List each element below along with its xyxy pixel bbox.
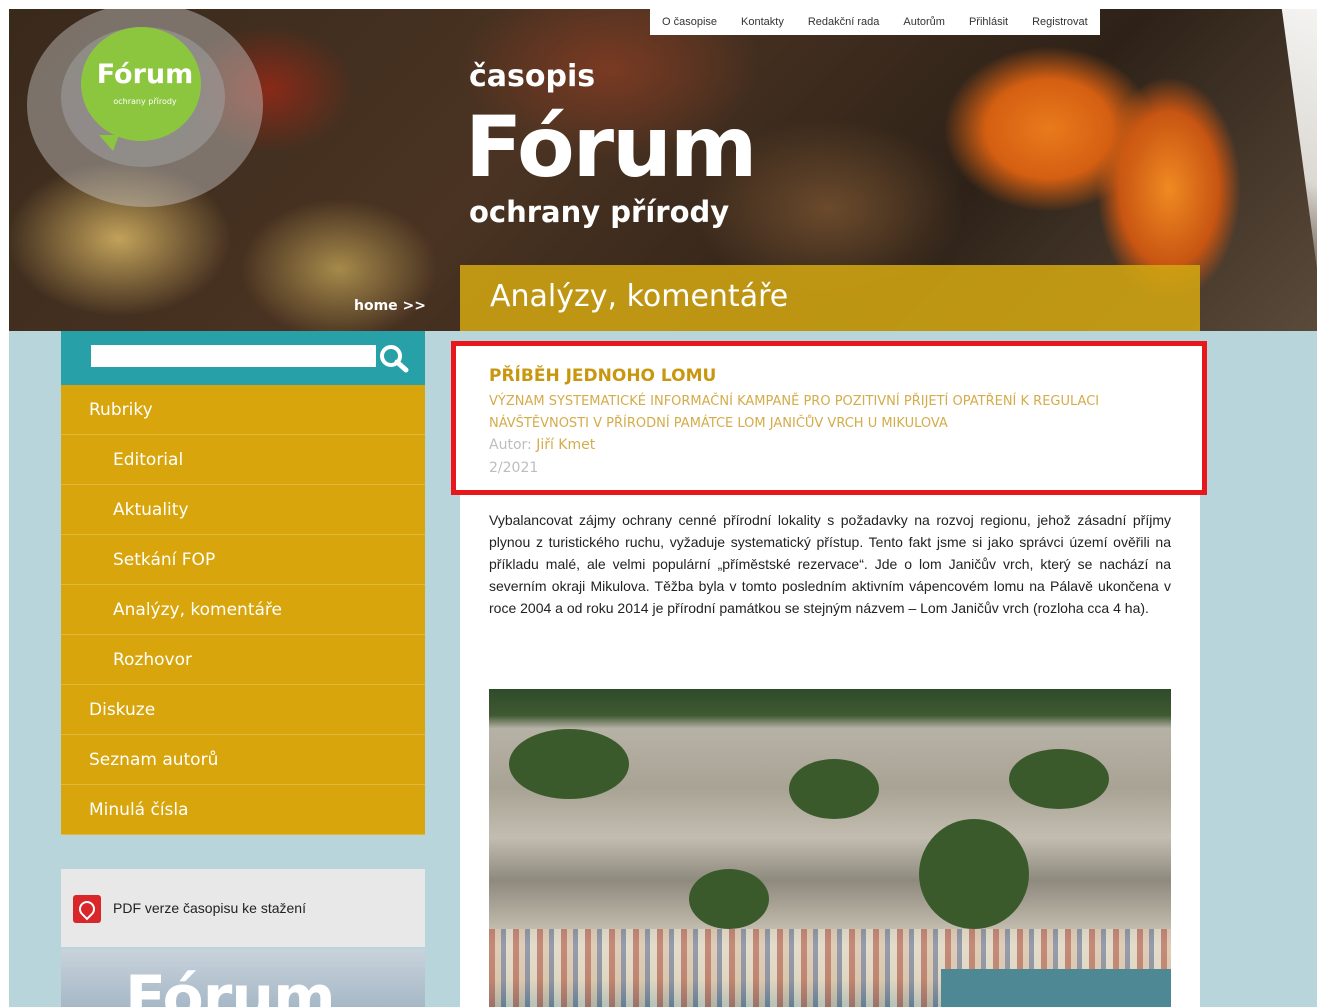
menu-item-seznam-autoru[interactable]: Seznam autorů xyxy=(61,735,425,785)
pdf-download-label: PDF verze časopisu ke stažení xyxy=(113,900,306,916)
section-title: Analýzy, komentáře xyxy=(490,279,789,314)
section-bar: Analýzy, komentáře xyxy=(460,265,1200,331)
masthead-title: Fórum xyxy=(465,98,757,196)
pdf-download[interactable]: PDF verze časopisu ke stažení xyxy=(61,869,425,947)
pdf-icon xyxy=(73,895,101,923)
search-input[interactable] xyxy=(91,345,376,367)
nav-registrovat[interactable]: Registrovat xyxy=(1032,16,1088,28)
photo-tree xyxy=(1009,749,1109,809)
masthead-small: časopis xyxy=(469,59,596,94)
author-label: Autor: xyxy=(489,437,532,453)
author-name[interactable]: Jiří Kmet xyxy=(536,437,595,453)
nav-kontakty[interactable]: Kontakty xyxy=(741,16,784,28)
menu-item-analyzy-komentare[interactable]: Analýzy, komentáře xyxy=(61,585,425,635)
search-icon[interactable] xyxy=(377,343,411,373)
page-curl xyxy=(1281,9,1317,269)
menu-item-editorial[interactable]: Editorial xyxy=(61,435,425,485)
top-nav: O časopise Kontakty Redakční rada Autorů… xyxy=(650,9,1100,35)
sidebar-menu: Rubriky Editorial Aktuality Setkání FOP … xyxy=(61,385,425,835)
article-subtitle: Význam systematické informační kampaně p… xyxy=(489,394,1100,431)
menu-item-aktuality[interactable]: Aktuality xyxy=(61,485,425,535)
nav-prihlasit[interactable]: Přihlásit xyxy=(969,16,1008,28)
page-frame: Fórum ochrany přírody O časopise Kontakt… xyxy=(9,9,1317,1007)
home-link[interactable]: home >> xyxy=(354,298,426,314)
nav-autorum[interactable]: Autorům xyxy=(903,16,945,28)
article-issue: 2/2021 xyxy=(489,460,539,476)
photo-tree xyxy=(689,869,769,929)
menu-item-minula-cisla[interactable]: Minulá čísla xyxy=(61,785,425,835)
menu-item-rubriky[interactable]: Rubriky xyxy=(61,385,425,435)
header-banner: Fórum ochrany přírody O časopise Kontakt… xyxy=(9,9,1317,331)
search-box xyxy=(61,331,425,385)
menu-item-rozhovor[interactable]: Rozhovor xyxy=(61,635,425,685)
magazine-cover-thumbnail[interactable]: Fórum xyxy=(61,949,425,1007)
logo-title: Fórum xyxy=(96,59,194,90)
menu-item-diskuze[interactable]: Diskuze xyxy=(61,685,425,735)
menu-item-setkani-fop[interactable]: Setkání FOP xyxy=(61,535,425,585)
article-body: Vybalancovat zájmy ochrany cenné přírodn… xyxy=(489,512,1171,616)
logo-subtitle: ochrany přírody xyxy=(113,97,177,106)
article-title[interactable]: PŘÍBĚH JEDNOHO LOMU xyxy=(489,366,716,386)
photo-water xyxy=(941,969,1171,1007)
masthead-subtitle: ochrany přírody xyxy=(469,195,730,229)
photo-tree xyxy=(509,729,629,799)
cover-title: Fórum xyxy=(125,963,336,1007)
article-photo xyxy=(489,689,1171,1007)
article-author: Autor: Jiří Kmet xyxy=(489,437,595,453)
photo-tree xyxy=(919,819,1029,929)
nav-redakcni-rada[interactable]: Redakční rada xyxy=(808,16,880,28)
photo-tree xyxy=(789,759,879,819)
nav-o-casopise[interactable]: O časopise xyxy=(662,16,717,28)
